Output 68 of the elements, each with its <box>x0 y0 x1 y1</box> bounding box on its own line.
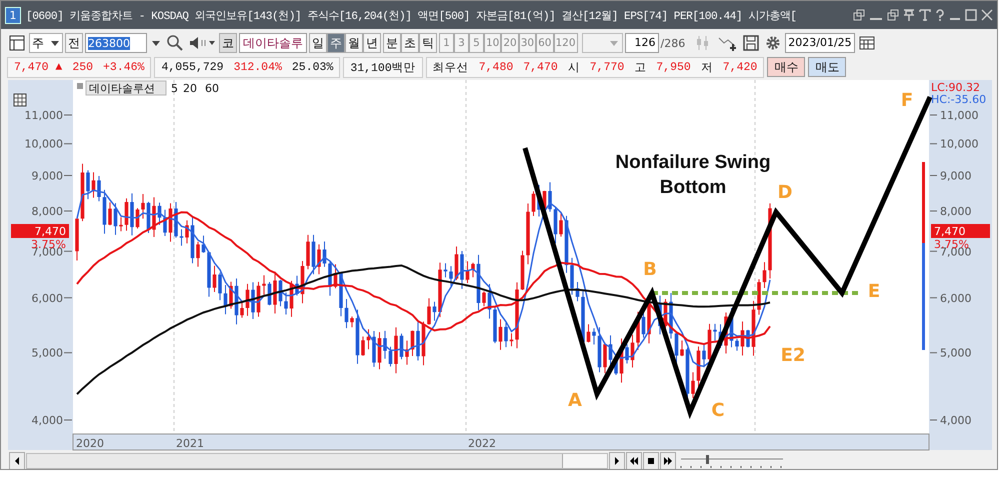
quote-value: 250 <box>72 60 94 74</box>
point-label: A <box>568 390 582 411</box>
quote-value: 7,420 <box>722 60 758 74</box>
axis-label: 8,000 <box>940 205 972 218</box>
legend-name: 데이타솔루션 <box>86 80 166 96</box>
axis-label: 10,000 <box>940 138 978 151</box>
axis-label: 8,000 <box>32 205 63 218</box>
window-number-badge: 1 <box>5 6 21 24</box>
period-tab[interactable]: 일 <box>309 33 327 53</box>
quote-value: 31,100백만 <box>350 60 416 74</box>
window-title: [0600] 키움종합차트 - KOSDAQ 외국인보유[143(천)] 주식수[16,204(천)] 액면[500] 자본금[81(억)] 결산[12월] EPS[74] PER[100.44] 시가총액[ <box>26 10 797 22</box>
point-label: B <box>643 259 657 280</box>
quote-value: 7,770 <box>590 60 624 74</box>
interval-tab[interactable]: 틱 <box>419 33 437 53</box>
period-tab[interactable]: 년 <box>363 33 381 53</box>
period-select[interactable]: 주 <box>29 33 63 53</box>
quote-value: +3.46% <box>103 60 144 74</box>
axis-label: 4,000 <box>940 414 972 427</box>
axis-label: 11,000 <box>24 109 63 122</box>
point-label: E2 <box>780 345 806 366</box>
quote-value: 7,950 <box>656 60 691 74</box>
quote-value: 312.04% <box>234 60 282 74</box>
quote-value: 25.03% <box>292 60 334 74</box>
market-button[interactable]: 코 <box>219 33 237 53</box>
axis-label: 9,000 <box>940 170 972 182</box>
axis-label: 5,000 <box>940 346 972 360</box>
date-axis-label: 2022 <box>468 437 496 450</box>
all-button[interactable]: 전 <box>65 33 83 53</box>
code-field[interactable]: 263800 <box>85 33 147 53</box>
total-count: /286 <box>660 36 686 50</box>
date-axis-label: 2020 <box>76 437 104 450</box>
sell-button[interactable]: 매도 <box>808 57 846 77</box>
quote-value: 4,055,729 <box>161 60 224 74</box>
point-label: E <box>868 281 880 302</box>
quote-value: 시 <box>568 60 580 74</box>
quote-value: 고 <box>634 60 646 74</box>
quote-value: 7,470 ▲ <box>14 60 62 74</box>
legend-average: 5 <box>171 82 178 95</box>
point-label: D <box>778 182 792 203</box>
axis-label: 10,000 <box>24 138 63 151</box>
count-field[interactable]: 126 <box>624 33 659 53</box>
point-label: C <box>711 400 725 421</box>
date-field[interactable]: 2023/01/25 <box>785 33 855 53</box>
lc-value: LC:90.32 <box>931 81 980 94</box>
axis-label: 11,000 <box>940 109 978 122</box>
axis-label: 6,000 <box>32 292 63 305</box>
axis-label: 4,000 <box>32 414 63 427</box>
interval-tab[interactable]: 초 <box>401 33 419 53</box>
hc-value: HC:-35.60 <box>931 93 986 106</box>
period-tab[interactable]: 주 <box>327 33 345 53</box>
annotation-title: Nonfailure Swing Bottom <box>615 152 771 198</box>
quote-value: 7,480 <box>478 60 514 74</box>
quote-value: 7,470 <box>523 60 558 74</box>
legend-average: 60 <box>205 82 219 95</box>
axis-label: 5,000 <box>32 346 63 360</box>
stock-name-field[interactable]: 데이타솔루 <box>239 33 307 53</box>
buy-button[interactable]: 매수 <box>767 57 806 77</box>
quote-value: 저 <box>700 60 713 74</box>
interval-tab[interactable]: 분 <box>383 33 401 53</box>
period-tab[interactable]: 월 <box>345 33 363 53</box>
axis-label: 6,000 <box>940 292 972 305</box>
price-tag: 7,470 <box>11 224 69 238</box>
price-tag: 7,470 <box>931 224 990 238</box>
date-axis-label: 2021 <box>176 437 204 450</box>
point-label: F <box>900 90 914 111</box>
legend-average: 20 <box>183 82 197 95</box>
quote-value: 최우선 <box>432 60 469 74</box>
axis-label: 9,000 <box>32 170 63 182</box>
